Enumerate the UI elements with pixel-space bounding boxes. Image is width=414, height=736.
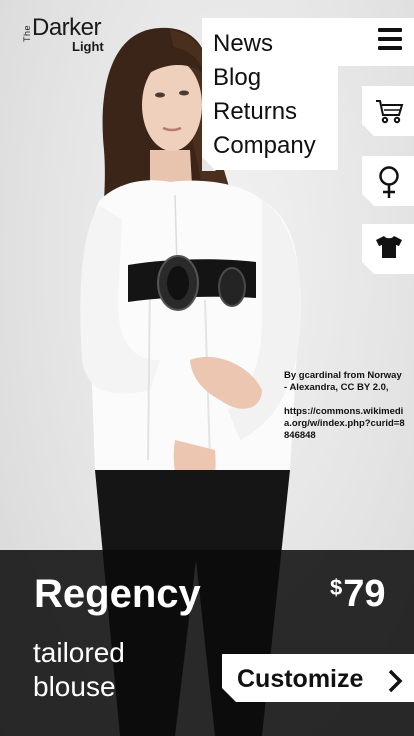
apparel-button[interactable]: [362, 224, 414, 274]
product-page: The Darker Light News Blog Returns Compa…: [0, 0, 414, 736]
product-name: Regency: [34, 572, 201, 616]
cart-icon: [374, 95, 404, 125]
womens-button[interactable]: [362, 156, 414, 206]
cart-button[interactable]: [362, 86, 414, 136]
brand-darker: Darker: [32, 14, 102, 41]
female-icon: [374, 165, 404, 199]
chevron-right-icon: [386, 669, 404, 693]
main-menu: News Blog Returns Company: [202, 18, 338, 171]
menu-toggle-button[interactable]: [338, 18, 414, 66]
credit-url: https://commons.wikimedia.org/w/index.ph…: [284, 406, 405, 441]
brand-logo[interactable]: The Darker Light: [22, 14, 122, 56]
menu-item-blog[interactable]: Blog: [213, 64, 261, 92]
menu-item-company[interactable]: Company: [213, 132, 316, 160]
credit-author: By gcardinal from Norway - Alexandra, CC…: [284, 370, 402, 393]
menu-item-news[interactable]: News: [213, 30, 273, 58]
brand-light: Light: [72, 39, 104, 54]
hamburger-icon: [378, 28, 402, 50]
menu-item-returns[interactable]: Returns: [213, 98, 297, 126]
product-price: $79: [330, 573, 386, 616]
photo-credit: By gcardinal from Norway - Alexandra, CC…: [284, 370, 406, 454]
customize-button[interactable]: Customize: [222, 654, 414, 702]
tshirt-icon: [374, 233, 404, 261]
customize-label: Customize: [237, 665, 364, 693]
price-currency: $: [330, 575, 343, 600]
price-value: 79: [343, 573, 386, 615]
product-description: tailored blouse: [33, 637, 125, 702]
brand-the: The: [22, 24, 32, 42]
